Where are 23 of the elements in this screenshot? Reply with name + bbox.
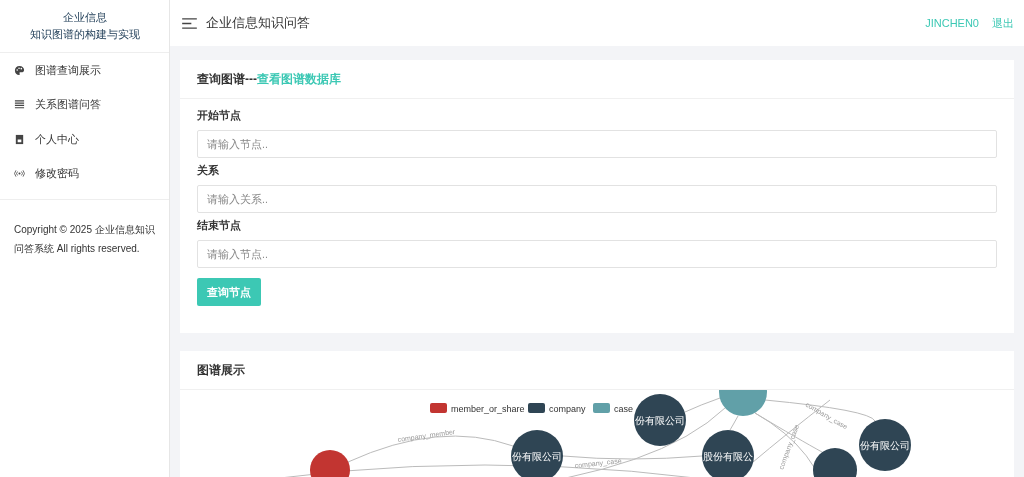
legend-label[interactable]: member_or_share: [451, 404, 525, 414]
card-title: 图谱展示: [197, 361, 245, 379]
field-label: 关系: [197, 164, 220, 178]
input-field[interactable]: 请输入节点..: [197, 240, 997, 268]
field-label: 结束节点: [197, 219, 242, 233]
sidebar-item[interactable]: 关系图谱问答: [0, 87, 169, 122]
input-field[interactable]: 请输入关系..: [197, 185, 997, 213]
app-title: 知识图谱的构建与实现: [29, 27, 140, 42]
app-title: 企业信息: [62, 10, 107, 25]
copyright-text: Copyright © 2025 企业信息知识问答系统 All rights reserved.: [14, 223, 155, 256]
card-title: 查询图谱---: [197, 70, 257, 88]
legend-label[interactable]: case: [614, 404, 633, 414]
input-field[interactable]: 请输入节点..: [197, 130, 997, 158]
graph-node[interactable]: 股份有限公: [702, 430, 754, 477]
sidebar-item[interactable]: 修改密码: [0, 156, 169, 191]
graph-node[interactable]: 份有限公司: [634, 394, 686, 446]
sidebar-item[interactable]: 个人中心: [0, 122, 169, 157]
field-label: 开始节点: [197, 109, 242, 123]
graph-node[interactable]: 份有限公司: [859, 419, 911, 471]
graph-node[interactable]: 份有限公司: [511, 430, 563, 477]
legend-label[interactable]: company: [549, 404, 586, 414]
page-title: 企业信息知识问答: [206, 14, 310, 32]
sidebar-item[interactable]: 图谱查询展示: [0, 53, 169, 88]
